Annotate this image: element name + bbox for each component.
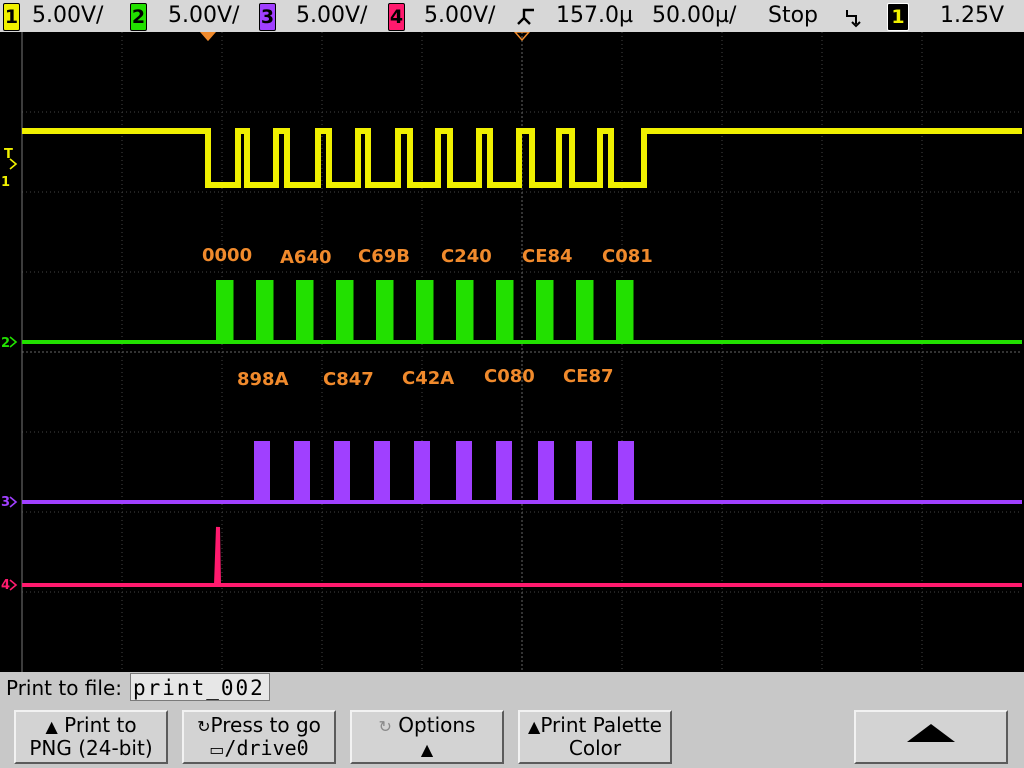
options-button[interactable]: ↻ Options ▲	[350, 710, 504, 764]
trigger-level-marker: T	[4, 147, 13, 162]
up-arrow-icon	[856, 722, 1006, 749]
softkey-label: Options	[398, 713, 476, 737]
nsel-trace	[22, 128, 1022, 188]
channel-1-ground-marker: 1	[1, 175, 11, 190]
softkey-label: Color	[568, 736, 622, 760]
annotation-bottom: CE87	[563, 366, 614, 387]
channel-4-badge[interactable]: 4	[388, 3, 405, 31]
channel-4-scale: 5.00V/	[424, 3, 496, 28]
status-bar: 1 5.00V/ 2 5.00V/ 3 5.00V/ 4 5.00V/ 157.…	[0, 0, 1024, 32]
print-to-file-label: Print to file:	[6, 676, 122, 700]
trigger-edge-icon	[844, 0, 862, 32]
annotation-bottom: C847	[323, 369, 374, 390]
annotation-top: C081	[602, 246, 653, 267]
channel-3-badge[interactable]: 3	[259, 3, 276, 31]
delay-value: 157.0µ	[556, 3, 633, 28]
print-palette-button[interactable]: ▲Print Palette Color	[518, 710, 672, 764]
annotation-bottom: 898A	[237, 369, 289, 390]
annotation-top: CE84	[522, 246, 573, 267]
annotation-bottom: C42A	[402, 368, 455, 389]
trigger-source-badge[interactable]: 1	[887, 3, 909, 31]
channel-3-ground-marker: 3	[1, 495, 11, 510]
annotation-top: C240	[441, 246, 492, 267]
sdi-trace	[22, 441, 1022, 504]
press-to-go-button[interactable]: ↻Press to go ▭/drive0	[182, 710, 336, 764]
waveforms	[9, 128, 1022, 591]
up-arrow-icon: ▲	[420, 740, 434, 759]
delay-marker-icon	[514, 0, 538, 32]
channel-4-ground-marker: 4	[1, 578, 11, 593]
annotation-top: A640	[280, 247, 332, 268]
ground-arrow-icon	[9, 579, 18, 591]
softkey-label: PNG (24-bit)	[29, 736, 153, 760]
sdo-trace	[22, 526, 1022, 587]
channel-3-scale: 5.00V/	[296, 3, 368, 28]
ground-arrow-icon	[9, 496, 18, 508]
channel-1-scale: 5.00V/	[32, 3, 104, 28]
annotation-top: 0000	[202, 245, 253, 266]
channel-2-ground-marker: 2	[1, 336, 11, 351]
annotation-bottom: C080	[484, 366, 535, 387]
annotation-top: C69B	[358, 246, 410, 267]
channel-2-scale: 5.00V/	[168, 3, 240, 28]
trace-label-sdi: SDI	[49, 462, 84, 483]
softkey-panel: Print to file: print_002 ▲ Print to PNG …	[0, 672, 1024, 768]
softkey-label: Print to	[64, 713, 137, 737]
sck-trace	[22, 280, 1022, 344]
trace-label-sdo: SDO	[53, 547, 97, 568]
print-to-png-button[interactable]: ▲ Print to PNG (24-bit)	[14, 710, 168, 764]
trigger-level: 1.25V	[940, 3, 1005, 28]
channel-1-badge[interactable]: 1	[3, 3, 20, 31]
filename-field[interactable]: print_002	[130, 673, 270, 701]
run-state: Stop	[768, 3, 819, 28]
waveform-display: NSEL SCK SDI SDO 0000 A640 C69B C240 CE8…	[0, 32, 1024, 672]
channel-2-badge[interactable]: 2	[130, 3, 147, 31]
timebase-value: 50.00µ/	[652, 3, 737, 28]
ground-arrow-icon	[9, 336, 18, 348]
trace-label-nsel: NSEL	[36, 161, 88, 182]
drive-icon: ▭	[209, 740, 225, 759]
softkey-label: /drive0	[224, 736, 309, 760]
softkey-label: Print Palette	[540, 713, 662, 737]
softkey-label: Press to go	[210, 713, 321, 737]
trace-label-sck: SCK	[42, 301, 83, 322]
menu-up-button[interactable]	[854, 710, 1008, 764]
